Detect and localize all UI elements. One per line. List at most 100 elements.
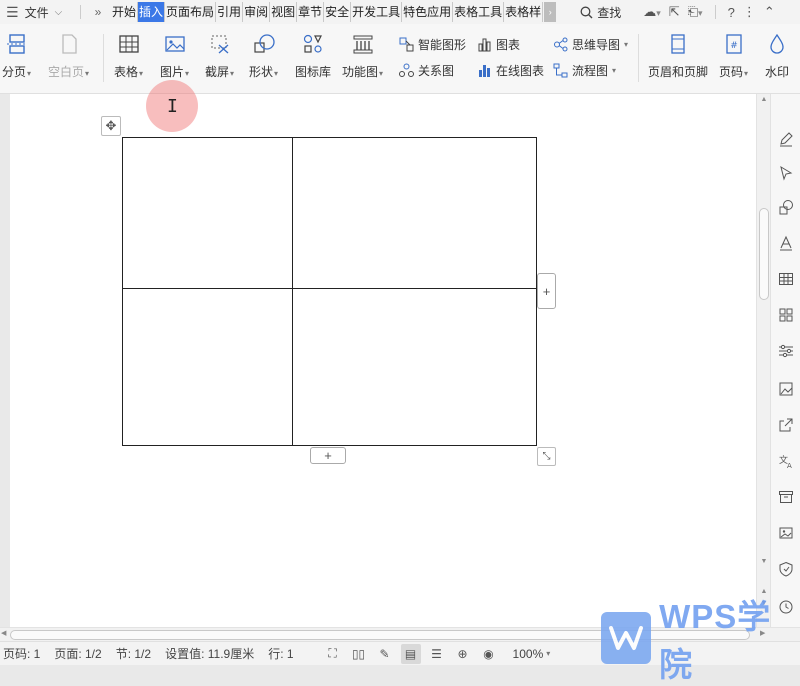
image-panel-icon[interactable]	[777, 380, 795, 398]
tab-security[interactable]: 安全	[324, 2, 351, 22]
fullscreen-icon[interactable]: ⛶	[323, 644, 343, 664]
hamburger-icon: ☰	[6, 4, 19, 21]
online-chart-label: 在线图表	[496, 62, 544, 79]
picture-icon	[163, 32, 187, 56]
table-cell[interactable]	[293, 138, 536, 289]
zoom-control[interactable]: 100% ▾	[513, 647, 551, 661]
tab-section[interactable]: 章节	[297, 2, 324, 22]
zoom-dropdown-icon[interactable]: ▾	[546, 649, 550, 658]
table-cell[interactable]	[123, 138, 293, 289]
tab-home[interactable]: 开始	[111, 2, 138, 22]
add-row-button[interactable]: +	[310, 447, 346, 464]
online-chart-icon	[476, 63, 492, 79]
bar-chart-icon	[476, 37, 492, 53]
icon-library-label: 图标库	[295, 65, 331, 79]
document-table[interactable]	[122, 137, 537, 446]
share-icon[interactable]: ⇱	[669, 4, 680, 20]
translate-icon[interactable]: 文A	[777, 452, 795, 470]
more-icon[interactable]: ⋮	[743, 4, 756, 20]
title-right-tools: ☁▾ ⇱ ⎗▾ ? ⋮ ⌃	[643, 4, 775, 20]
tab-references[interactable]: 引用	[216, 2, 243, 22]
scroll-up-icon[interactable]: ▲	[757, 96, 771, 103]
tab-page-layout[interactable]: 页面布局	[165, 2, 216, 22]
cloud-sync-icon[interactable]: ☁▾	[643, 4, 661, 20]
tab-insert[interactable]: 插入	[138, 2, 165, 22]
search-box[interactable]: 查找	[580, 4, 621, 21]
select-icon[interactable]	[777, 164, 795, 182]
picture-panel-icon[interactable]	[777, 524, 795, 542]
tab-table-style[interactable]: 表格样	[504, 2, 543, 22]
page-break-button[interactable]: 分页▾	[2, 32, 31, 80]
tab-special-apps[interactable]: 特色应用	[402, 2, 453, 22]
vertical-scrollbar[interactable]: ▲ ▼ ▲ ▼	[756, 94, 770, 627]
scroll-down-icon[interactable]: ▼	[757, 558, 771, 565]
blank-page-button[interactable]: 空白页▾	[48, 32, 89, 80]
relation-chart-button[interactable]: 关系图	[398, 62, 454, 79]
mind-map-label: 思维导图	[572, 36, 620, 53]
status-setting-value[interactable]: 设置值: 11.9厘米	[165, 645, 254, 662]
icon-library-button[interactable]: 图标库	[295, 32, 331, 80]
page-view-icon[interactable]: ▤	[401, 644, 421, 664]
table-panel-icon[interactable]	[777, 270, 795, 288]
text-cursor-icon: I	[167, 96, 178, 117]
style-icon[interactable]	[777, 234, 795, 252]
table-label: 表格	[114, 65, 138, 79]
edit-icon[interactable]	[777, 130, 795, 148]
scroll-left-icon[interactable]: ◀	[1, 629, 6, 637]
picture-button[interactable]: 图片▾	[160, 32, 189, 80]
export-icon[interactable]: ⎗▾	[688, 4, 703, 20]
collapse-ribbon-icon[interactable]: ⌃	[764, 4, 775, 20]
shapes-icon[interactable]	[777, 198, 795, 216]
brand-watermark: WPS学院	[601, 612, 800, 664]
table-cell[interactable]	[123, 289, 293, 445]
blank-page-icon	[57, 32, 81, 56]
status-page-number[interactable]: 页码: 1	[3, 645, 40, 662]
function-chart-button[interactable]: 功能图▾	[342, 32, 383, 80]
grid-apps-icon[interactable]	[777, 306, 795, 324]
screenshot-button[interactable]: 截屏▾	[205, 32, 234, 80]
page-number-button[interactable]: # 页码▾	[719, 32, 748, 80]
shape-button[interactable]: 形状▾	[249, 32, 278, 80]
zoom-value[interactable]: 100%	[513, 647, 544, 661]
page-break-label: 分页	[2, 65, 26, 79]
tab-review[interactable]: 审阅	[243, 2, 270, 22]
watermark-button[interactable]: 水印	[765, 32, 789, 80]
header-footer-button[interactable]: 页眉和页脚	[648, 32, 708, 80]
divider	[80, 5, 81, 19]
help-icon[interactable]: ?	[728, 5, 735, 20]
tabs-scroll-right-icon[interactable]: ›	[544, 2, 556, 22]
relation-chart-label: 关系图	[418, 62, 454, 79]
status-row[interactable]: 行: 1	[268, 645, 293, 662]
reading-mode-icon[interactable]: ▯▯	[349, 644, 369, 664]
chart-button[interactable]: 图表	[476, 36, 520, 53]
file-menu[interactable]: ☰ 文件 ⌵	[0, 0, 76, 24]
svg-text:A: A	[787, 462, 792, 469]
function-chart-icon	[351, 32, 375, 56]
outline-view-icon[interactable]: ☰	[427, 644, 447, 664]
tab-developer[interactable]: 开发工具	[351, 2, 402, 22]
flowchart-button[interactable]: 流程图▾	[552, 62, 616, 79]
insert-ribbon: 分页▾ 空白页▾ 表格▾ 图片▾ 截屏▾ 形状▾ 图标库	[0, 24, 800, 94]
status-page-count[interactable]: 页面: 1/2	[54, 645, 101, 662]
table-cell[interactable]	[293, 289, 536, 445]
eye-protection-icon[interactable]: ◉	[479, 644, 499, 664]
share-export-icon[interactable]	[777, 416, 795, 434]
table-move-handle-icon[interactable]: ✥	[101, 116, 121, 136]
shield-icon[interactable]	[777, 560, 795, 578]
table-resize-handle-icon[interactable]: ⤡	[537, 447, 556, 466]
watermark-icon	[765, 32, 789, 56]
more-tabs-icon[interactable]: »	[85, 5, 111, 19]
status-section[interactable]: 节: 1/2	[116, 645, 151, 662]
add-column-button[interactable]: +	[537, 273, 556, 309]
write-mode-icon[interactable]: ✎	[375, 644, 395, 664]
sliders-icon[interactable]	[777, 342, 795, 360]
tab-table-tools[interactable]: 表格工具	[453, 2, 504, 22]
web-view-icon[interactable]: ⊕	[453, 644, 473, 664]
archive-icon[interactable]	[777, 488, 795, 506]
smart-art-button[interactable]: 智能图形	[398, 36, 466, 53]
scroll-thumb[interactable]	[759, 208, 769, 300]
tab-view[interactable]: 视图	[270, 2, 297, 22]
online-chart-button[interactable]: 在线图表	[476, 62, 544, 79]
mind-map-button[interactable]: 思维导图▾	[552, 36, 628, 53]
table-button[interactable]: 表格▾	[114, 32, 143, 80]
